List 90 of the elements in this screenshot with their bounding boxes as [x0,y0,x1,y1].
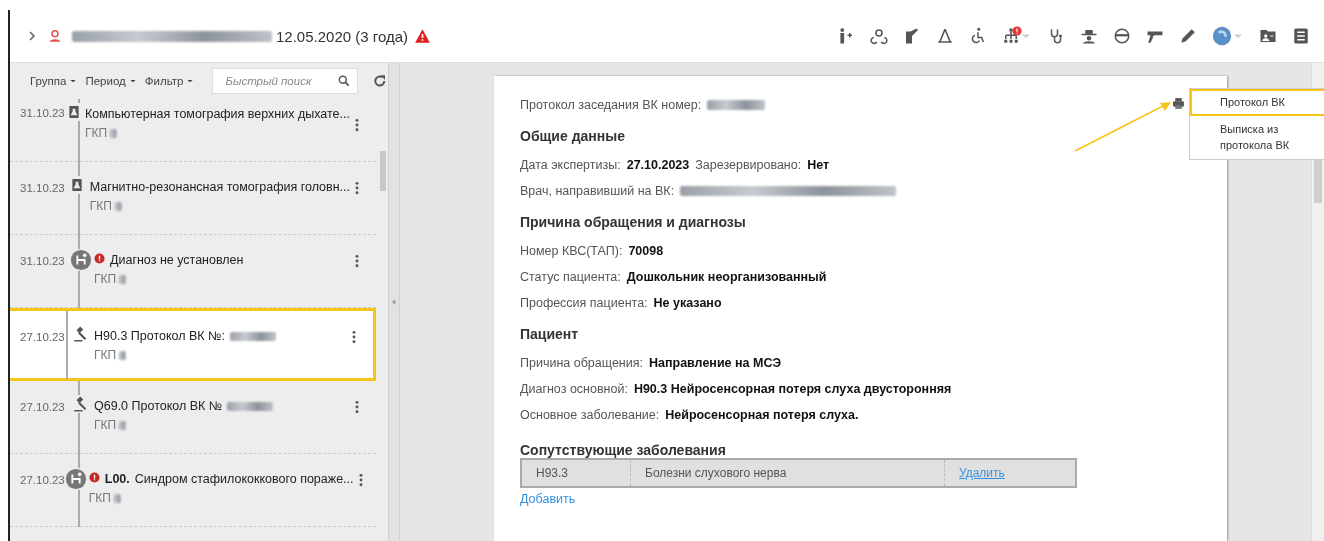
wheelchair-icon[interactable] [969,27,987,45]
person-add-icon[interactable] [837,27,855,45]
redacted-text [119,420,127,430]
item-date: 31.10.23 [20,107,65,121]
field-label: Номер КВС(ТАП): [520,244,623,258]
medical-circle-icon [64,468,87,490]
medical-circle-icon [70,249,92,271]
field-label: Диагноз основной: [520,382,628,396]
item-organization: ГКП [88,491,111,505]
field-label: Дата экспертизы: [520,158,621,172]
triangle-ruler-icon[interactable] [936,27,954,45]
alert-badge-icon [1012,26,1022,36]
caret-icon [69,77,78,85]
section-heading: Общие данные [520,128,626,144]
field-value: Нейросенсорная потеря слуха. [665,408,859,422]
printer-icon [1172,97,1185,110]
table-cell: Болезни слухового нерва [630,459,945,487]
refresh-icon[interactable] [372,73,388,89]
redacted-number [707,100,766,110]
table-cell: H93.3 [521,459,631,487]
protocol-label: Протокол заседания ВК номер: [520,98,702,112]
filter-dropdown[interactable]: Фильтр [144,75,195,87]
menu-item[interactable]: Выписка из протокола ВК [1190,116,1324,160]
item-date: 31.10.23 [20,255,66,269]
person-icon [48,29,62,43]
item-date: 31.10.23 [20,182,66,196]
redacted-text [110,128,118,138]
search-field[interactable]: Быстрый поиск [212,68,359,94]
diagnosis-code: L00. [104,472,130,486]
redacted-text [119,350,127,360]
scrollbar-thumb[interactable] [380,151,386,191]
item-date: 27.10.23 [20,474,65,488]
search-input[interactable]: Быстрый поиск [223,74,338,88]
alert-icon [88,472,100,483]
item-organization: ГКП [89,199,112,213]
field-value: H90.3 Нейросенсорная потеря слуха двусторонняя [633,382,952,396]
hierarchy-icon[interactable] [1002,27,1020,45]
filter-dropdown[interactable]: Период [85,75,137,87]
field-value: 27.10.2023 [626,158,690,172]
redacted-text [113,493,121,503]
item-title: Синдром стафилококкового пораже... [134,472,354,486]
cowboy-icon[interactable] [1080,27,1098,45]
timeline-item[interactable]: 31.10.23 Компьютерная томография верхних дыхате... ГКП [10,99,376,162]
section-heading: Пациент [520,326,580,342]
item-organization: ГКП [85,126,108,140]
collapse-arrow-icon [390,297,398,307]
folder-person-icon[interactable] [1259,27,1277,45]
menu-item[interactable]: Протокол ВК [1190,89,1324,117]
item-organization: ГКП [94,348,117,362]
item-title: Магнитно-резонансная томография головн... [89,180,350,194]
section-heading: Причина обращения и диагнозы [520,214,747,230]
section-heading: Сопутствующие заболевания [520,442,727,458]
redacted-text [114,201,122,211]
pencil-icon[interactable] [1179,27,1197,45]
birth-date: 12.05.2020 (3 года) [276,27,408,45]
checklist-icon[interactable] [1292,27,1310,45]
caret-icon [128,77,137,85]
warning-icon [414,28,431,44]
item-date: 27.10.23 [20,401,66,415]
item-organization: ГКП [94,272,117,286]
redacted-number [227,401,274,411]
timeline-item[interactable]: 27.10.23 L00. Синдром стафилококкового пораже... ГКП [10,454,376,527]
item-date: 27.10.23 [20,331,66,345]
field-value: Нет [807,158,830,172]
field-value: Дошкольник неорганизованный [626,270,827,284]
item-organization: ГКП [94,418,117,432]
item-title: Диагноз не установлен [110,253,244,267]
field-value: Направление на МСЭ [649,356,782,370]
search-icon [337,74,352,88]
field-value: 70098 [628,244,664,258]
field-label: Зарезервировано: [695,158,802,172]
steering-wheel-icon[interactable] [1113,27,1131,45]
field-value: Не указано [653,296,722,310]
timeline-item[interactable]: 27.10.23 Q69.0 Протокол ВК № ГКП [10,381,376,454]
timeline-item[interactable]: 31.10.23 Магнитно-резонансная томография головн... ГКП [10,162,376,235]
item-title: H90.3 Протокол ВК №: [94,329,225,343]
item-title: Q69.0 Протокол ВК № [94,399,223,413]
filter-dropdown[interactable]: Группа [30,75,78,87]
field-label: Врач, направивший на ВК: [520,184,675,198]
caret-icon [186,77,195,85]
redacted-number [230,331,276,341]
field-label: Основное заболевание: [520,408,660,422]
field-label: Профессия пациента: [520,296,648,310]
timeline-item[interactable]: 27.10.23 H90.3 Протокол ВК №: ГКП [10,308,376,381]
alert-icon [94,253,105,264]
redacted-text [119,274,127,284]
field-label: Причина обращения: [520,356,643,370]
field-label: Статус пациента: [520,270,621,284]
chevron-icon[interactable] [28,31,36,41]
item-title: Компьютерная томография верхних дыхате... [85,107,350,121]
